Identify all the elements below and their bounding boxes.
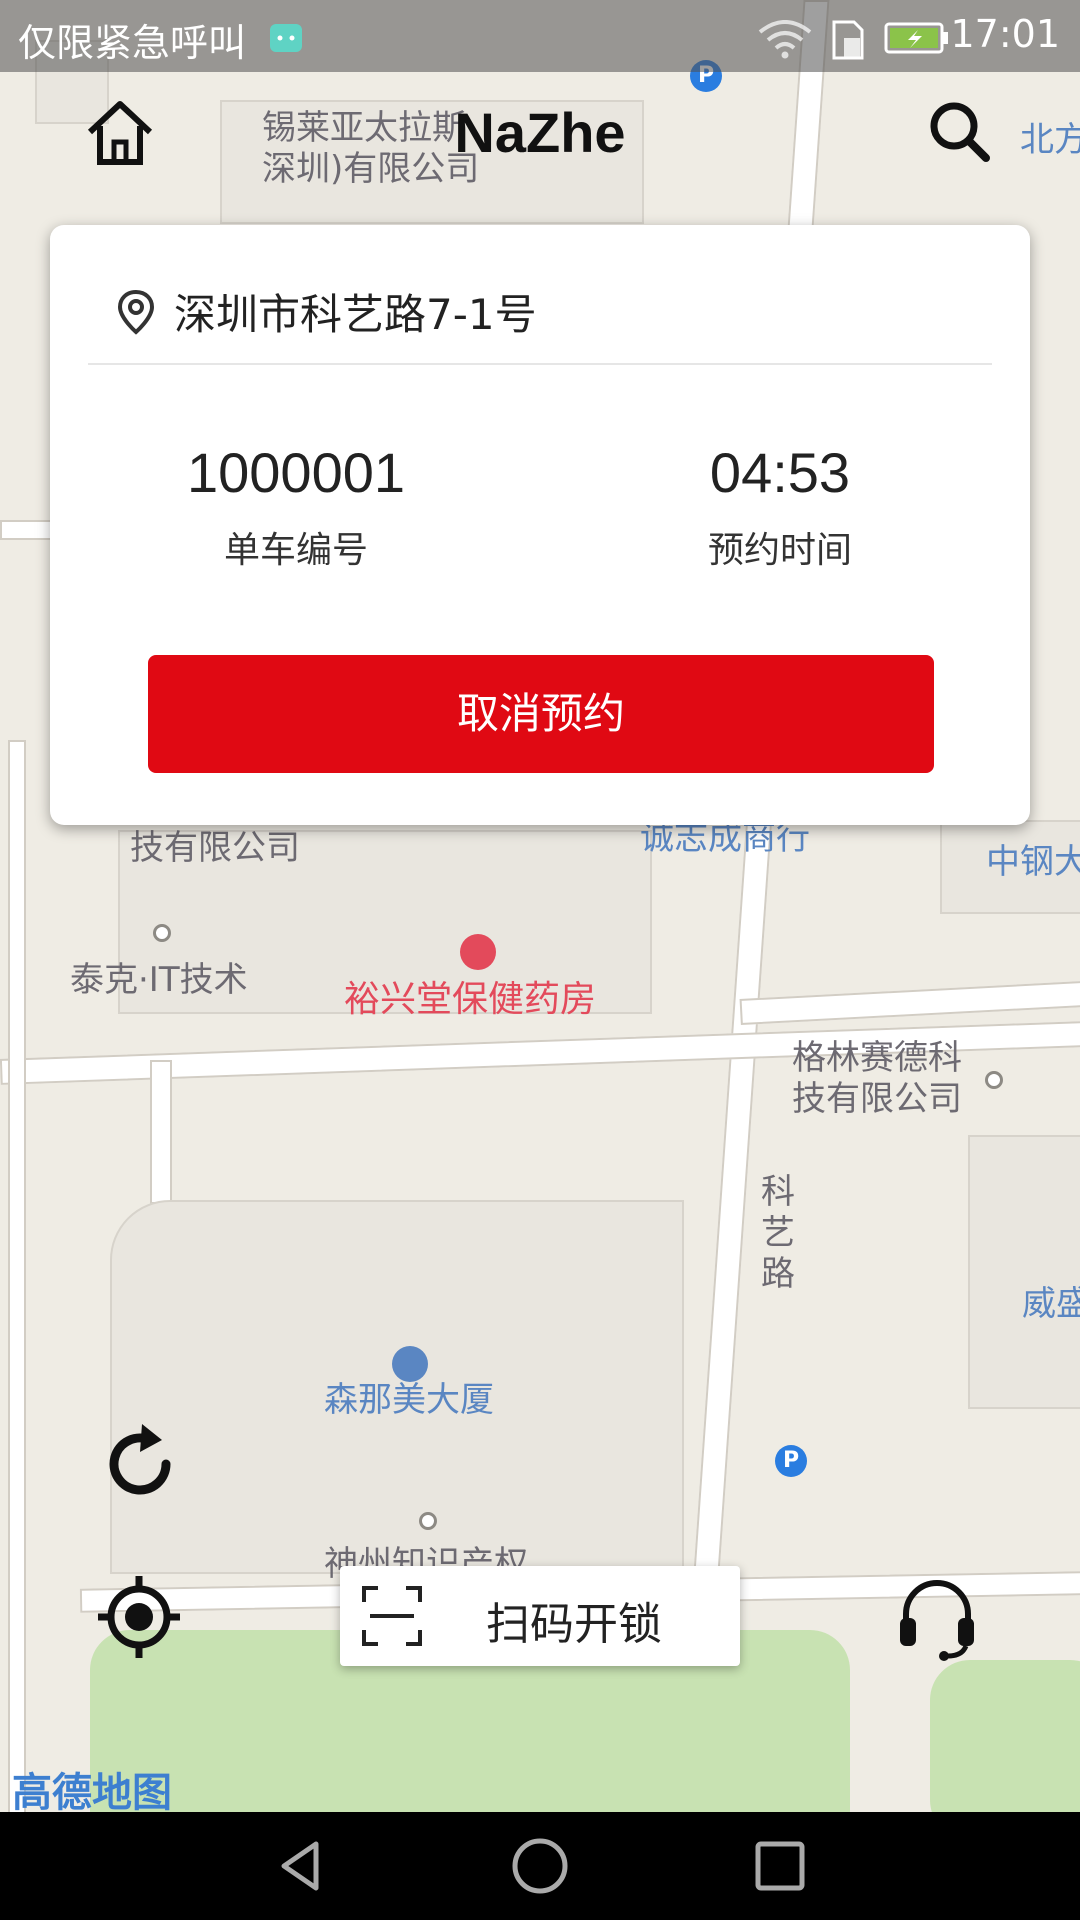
clock-time: 17:01 [950, 12, 1060, 56]
parking-icon: P [775, 1445, 807, 1477]
map-label-pharmacy: 裕兴堂保健药房 [344, 979, 597, 1020]
map-poi-dot [985, 1071, 1003, 1089]
pharmacy-icon [460, 934, 496, 970]
carrier-text: 仅限紧急呼叫 [18, 21, 247, 65]
reservation-card: 深圳市科艺路7-1号 1000001 单车编号 04:53 预约时间 取消预约 [50, 225, 1030, 825]
reserve-time-label: 预约时间 [707, 530, 852, 571]
recents-icon[interactable] [750, 1836, 810, 1896]
battery-icon [884, 22, 950, 58]
amap-logo: 高德地图 [12, 1770, 172, 1812]
map-label-taike: 泰克·IT技术 [70, 960, 248, 1000]
bike-number-label: 单车编号 [223, 530, 368, 571]
status-bar: 仅限紧急呼叫 17:01 [0, 0, 1080, 72]
map-label-weisheng: 威盛 [1022, 1284, 1080, 1324]
map-building [968, 1135, 1080, 1409]
address-text: 深圳市科艺路7-1号 [174, 290, 537, 339]
refresh-icon[interactable] [96, 1418, 186, 1508]
top-bar: NaZhe [0, 72, 1080, 192]
map-label-zhonggang: 中钢大 [986, 842, 1080, 882]
map-poi-dot [153, 924, 171, 942]
map-road [150, 1060, 172, 1204]
system-nav-bar [0, 1812, 1080, 1920]
card-divider [88, 363, 992, 365]
app-title: NaZhe [454, 101, 626, 164]
scan-unlock-label: 扫码开锁 [486, 1599, 662, 1650]
map-label-road-keyi: 科艺路 [761, 1172, 795, 1294]
location-pin-icon [114, 288, 158, 336]
headset-icon[interactable] [892, 1572, 982, 1662]
map-label-gelin: 格林赛德科 技有限公司 [792, 1038, 962, 1119]
scan-frame-icon [360, 1584, 424, 1648]
map-road [739, 981, 1080, 1025]
home-circle-icon[interactable] [510, 1836, 570, 1896]
map-poi-dot [419, 1512, 437, 1530]
search-icon[interactable] [920, 92, 1000, 172]
android-icon [268, 18, 304, 58]
scan-unlock-button[interactable]: 扫码开锁 [340, 1566, 740, 1666]
map-label-senamei: 森那美大厦 [324, 1380, 494, 1420]
reserve-time-stat: 04:53 预约时间 [590, 440, 970, 573]
wifi-icon [758, 20, 812, 64]
bike-number-value: 1000001 [186, 441, 405, 504]
bike-number-stat: 1000001 单车编号 [106, 440, 486, 573]
map-road [8, 740, 26, 1812]
reserve-time-value: 04:53 [709, 441, 851, 504]
cancel-reservation-button[interactable]: 取消预约 [148, 655, 934, 773]
sim-icon [828, 20, 868, 64]
address-row: 深圳市科艺路7-1号 [114, 281, 537, 342]
locate-icon[interactable] [94, 1572, 184, 1662]
map-label-tech-company: 技有限公司 [130, 828, 300, 868]
map-park [930, 1660, 1080, 1812]
back-icon[interactable] [270, 1836, 330, 1896]
building-icon [392, 1346, 428, 1382]
